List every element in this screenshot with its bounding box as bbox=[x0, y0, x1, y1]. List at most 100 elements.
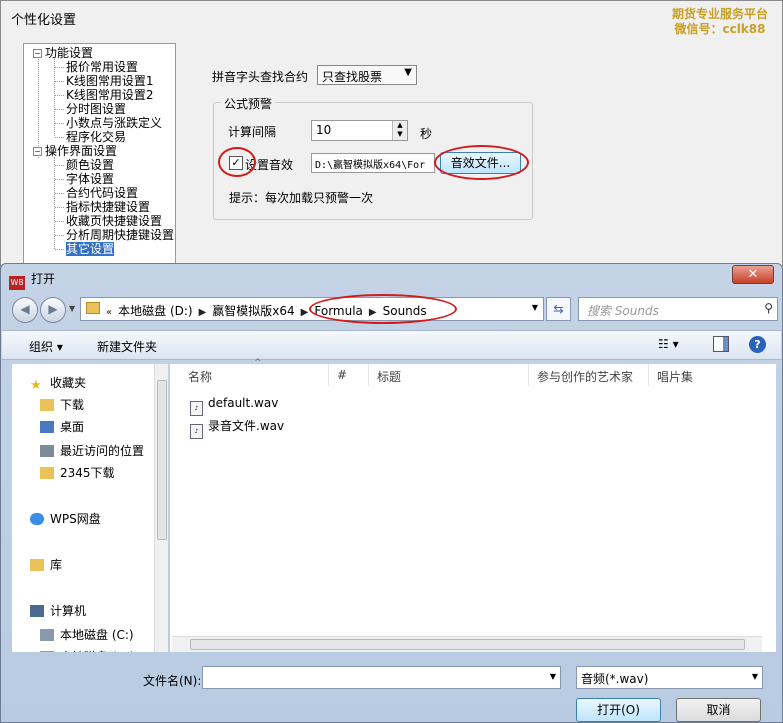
refresh-icon[interactable]: ⇆ bbox=[546, 297, 571, 321]
open-file-dialog: W8 打开 ✕ ◀ ▶ ▼ «本地磁盘 (D:) ▶ 赢智模拟版x64 ▶ Formula… bbox=[0, 263, 783, 723]
tree-guide-line bbox=[55, 137, 64, 138]
filetype-select[interactable]: 音频(*.wav) ▼ bbox=[576, 666, 763, 689]
settings-window: 个性化设置 期货专业服务平台 微信号：cclk88 − 功能设置 报价常用设置 K线图… bbox=[0, 0, 783, 270]
sidebar-item[interactable]: 2345下载 bbox=[40, 464, 115, 481]
interval-input[interactable]: 10 ▲ ▼ bbox=[311, 120, 408, 141]
column-divider[interactable] bbox=[328, 364, 329, 386]
file-row[interactable]: ♪ default.wav bbox=[190, 396, 278, 416]
sidebar-item[interactable]: 桌面 bbox=[40, 418, 84, 435]
highlight-circle-checkbox bbox=[218, 147, 256, 177]
chevron-down-icon[interactable]: ▼ bbox=[550, 672, 556, 681]
sidebar-item-label: 桌面 bbox=[60, 420, 85, 434]
back-arrow-icon[interactable]: ◀ bbox=[12, 297, 38, 323]
organize-button[interactable]: 组织 ▾ bbox=[29, 338, 63, 355]
tree-guide-line bbox=[55, 81, 64, 82]
collapse-icon[interactable]: − bbox=[33, 49, 42, 58]
hint-text: 提示：每次加载只预警一次 bbox=[229, 191, 374, 205]
breadcrumb-item[interactable]: 本地磁盘 (D:) bbox=[118, 304, 192, 318]
tree-item[interactable]: 小数点与涨跌定义 bbox=[66, 116, 162, 130]
sidebar-item[interactable]: 下载 bbox=[40, 396, 84, 413]
tree-item[interactable]: 指标快捷键设置 bbox=[66, 200, 150, 214]
forward-arrow-icon[interactable]: ▶ bbox=[40, 297, 66, 323]
sound-path-field[interactable]: D:\赢智模拟版x64\For bbox=[311, 153, 435, 173]
collapse-icon[interactable]: − bbox=[33, 147, 42, 156]
file-row[interactable]: ♪ 录音文件.wav bbox=[190, 417, 284, 439]
scrollbar-thumb[interactable] bbox=[190, 639, 745, 650]
sidebar-item-label: WPS网盘 bbox=[50, 512, 101, 526]
folder-icon bbox=[40, 467, 54, 479]
watermark-line1: 期货专业服务平台 bbox=[671, 7, 768, 21]
preview-pane-icon[interactable] bbox=[713, 336, 729, 352]
interval-spinner[interactable]: ▲ ▼ bbox=[392, 121, 407, 140]
column-divider[interactable] bbox=[368, 364, 369, 386]
tree-item[interactable]: K线图常用设置1 bbox=[66, 74, 154, 88]
tree-item[interactable]: 合约代码设置 bbox=[66, 186, 138, 200]
tree-item[interactable]: 收藏页快捷键设置 bbox=[66, 214, 162, 228]
settings-tree[interactable]: − 功能设置 报价常用设置 K线图常用设置1 K线图常用设置2 分时图设置 小数点与涨跌定义… bbox=[23, 43, 176, 267]
chevron-down-icon[interactable]: ▼ bbox=[532, 303, 538, 312]
app-icon: W8 bbox=[9, 276, 25, 290]
new-folder-button[interactable]: 新建文件夹 bbox=[97, 338, 157, 355]
tree-item-label: 操作界面设置 bbox=[45, 144, 118, 158]
open-button[interactable]: 打开(O) bbox=[576, 698, 661, 722]
tree-guide-line bbox=[55, 207, 64, 208]
tree-guide-line bbox=[55, 249, 64, 250]
breadcrumb-separator-icon[interactable]: « bbox=[106, 307, 112, 318]
view-options-button[interactable]: ☷ ▾ bbox=[658, 337, 679, 351]
column-divider[interactable] bbox=[648, 364, 649, 386]
sidebar-item[interactable]: ★ 收藏夹 bbox=[30, 374, 86, 392]
interval-value: 10 bbox=[316, 123, 332, 137]
sidebar-item[interactable]: 库 bbox=[30, 556, 62, 573]
tree-item[interactable]: 程序化交易 bbox=[66, 130, 126, 144]
tree-item[interactable]: 分时图设置 bbox=[66, 102, 126, 116]
search-icon[interactable]: ⚲ bbox=[764, 301, 773, 315]
tree-item-label: 指标快捷键设置 bbox=[66, 200, 151, 214]
watermark-line2: 微信号：cclk88 bbox=[674, 22, 766, 36]
filename-input[interactable]: ▼ bbox=[202, 666, 561, 689]
tree-item-label: 颜色设置 bbox=[66, 158, 115, 172]
sidebar-item-label: 收藏夹 bbox=[50, 376, 87, 390]
breadcrumb-item[interactable]: 赢智模拟版x64 bbox=[212, 304, 294, 318]
chevron-down-icon: ▼ bbox=[404, 67, 412, 78]
sidebar-item[interactable]: 本地磁盘 (C:) bbox=[40, 626, 134, 643]
recent-locations-dropdown-icon[interactable]: ▼ bbox=[69, 304, 75, 313]
horizontal-scrollbar[interactable] bbox=[172, 636, 762, 652]
watermark: 期货专业服务平台 微信号：cclk88 bbox=[672, 7, 768, 37]
pinyin-search-select[interactable]: 只查找股票 ▼ bbox=[317, 65, 417, 85]
tree-item[interactable]: 颜色设置 bbox=[66, 158, 114, 172]
column-header[interactable]: # bbox=[337, 368, 347, 382]
column-divider[interactable] bbox=[528, 364, 529, 386]
sidebar-item-label: 下载 bbox=[60, 398, 85, 412]
tree-guide-line bbox=[55, 235, 64, 236]
column-header[interactable]: 标题 bbox=[377, 368, 401, 385]
search-input[interactable]: 搜索 Sounds ⚲ bbox=[578, 297, 778, 321]
sidebar-item[interactable]: 计算机 bbox=[30, 602, 86, 619]
tree-item[interactable]: K线图常用设置2 bbox=[66, 88, 154, 102]
scrollbar-thumb[interactable] bbox=[157, 380, 167, 540]
breadcrumb-separator-icon: ▶ bbox=[198, 307, 207, 318]
sidebar-item[interactable]: WPS网盘 bbox=[30, 510, 101, 527]
close-button[interactable]: ✕ bbox=[732, 265, 774, 284]
tree-item[interactable]: 分析周期快捷键设置 bbox=[66, 228, 174, 242]
tree-item-label: K线图常用设置2 bbox=[66, 88, 154, 102]
column-header[interactable]: 名称 bbox=[188, 368, 212, 385]
tree-item-label: 分时图设置 bbox=[66, 102, 127, 116]
tree-item[interactable]: 字体设置 bbox=[66, 172, 114, 186]
tree-item-label: 收藏页快捷键设置 bbox=[66, 214, 163, 228]
folder-icon bbox=[86, 302, 100, 314]
tree-item[interactable]: 其它设置 bbox=[66, 242, 115, 256]
pinyin-search-value: 只查找股票 bbox=[322, 70, 383, 84]
help-icon[interactable]: ? bbox=[749, 336, 766, 353]
column-header[interactable]: 参与创作的艺术家 bbox=[537, 368, 633, 385]
tree-item[interactable]: 报价常用设置 bbox=[66, 60, 138, 74]
tree-group[interactable]: − 操作界面设置 bbox=[33, 144, 117, 158]
breadcrumb-separator-icon: ▶ bbox=[300, 307, 309, 318]
tree-group[interactable]: − 功能设置 bbox=[33, 46, 93, 60]
sidebar-item[interactable]: 最近访问的位置 bbox=[40, 442, 144, 459]
column-header[interactable]: 唱片集 bbox=[657, 368, 693, 385]
cancel-button[interactable]: 取消 bbox=[676, 698, 761, 722]
cloud-icon bbox=[30, 513, 44, 525]
navigation-scrollbar[interactable] bbox=[154, 364, 168, 652]
sidebar-item[interactable]: 本地磁盘 (D:) bbox=[40, 648, 134, 652]
interval-unit: 秒 bbox=[420, 127, 433, 141]
